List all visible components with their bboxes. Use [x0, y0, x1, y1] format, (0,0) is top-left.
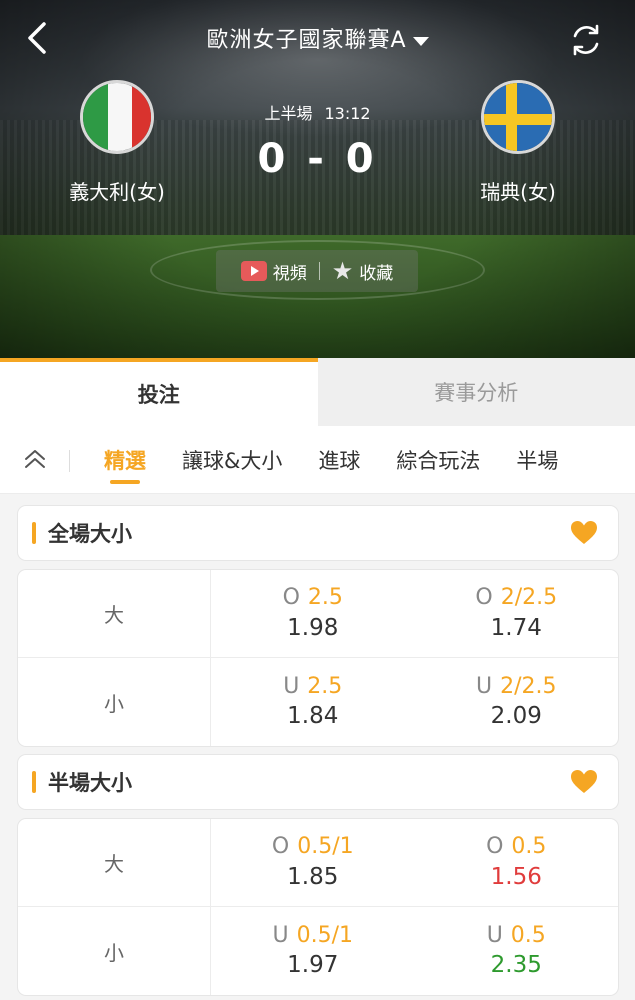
market-header[interactable]: 半場大小 — [18, 755, 618, 809]
odds-row: 大 O 0.5/1 1.85 O 0.5 1.56 — [18, 819, 618, 907]
odds-row: 小 U 0.5/1 1.97 U 0.5 2.35 — [18, 907, 618, 995]
period-label: 上半場 — [264, 104, 313, 123]
star-icon: ★ — [331, 257, 354, 285]
odds-price: 1.85 — [287, 863, 339, 890]
odds-button[interactable]: U 0.5/1 1.97 — [211, 907, 415, 995]
odds-handicap: 2/2.5 — [500, 673, 557, 699]
odds-button[interactable]: O 0.5/1 1.85 — [211, 819, 415, 906]
tab-half-time[interactable]: 半場 — [498, 426, 576, 494]
odds-side: U — [486, 922, 503, 948]
odds-button[interactable]: O 2/2.5 1.74 — [415, 570, 619, 657]
league-selector[interactable]: 歐洲女子國家聯賽A — [0, 22, 635, 54]
video-label: 視頻 — [272, 263, 307, 284]
tab-match-analysis[interactable]: 賽事分析 — [317, 358, 635, 426]
video-button[interactable]: 視頻 — [240, 259, 307, 284]
match-actions: 視頻 ★ 收藏 — [216, 250, 418, 292]
divider — [69, 449, 70, 472]
collapse-button[interactable] — [0, 426, 70, 494]
odds-table: 大 O 0.5/1 1.85 O 0.5 1.56 小 U 0.5/1 1.97 U0… — [18, 819, 618, 995]
odds-button[interactable]: U 2.5 1.84 — [211, 658, 415, 746]
market-title: 全場大小 — [48, 522, 132, 546]
tab-featured[interactable]: 精選 — [86, 426, 164, 494]
market-title: 半場大小 — [48, 771, 132, 795]
odds-side: O — [486, 834, 504, 860]
odds-handicap: 2/2.5 — [500, 585, 558, 611]
odds-handicap: 0.5 — [511, 834, 547, 860]
odds-button[interactable]: U 2/2.5 2.09 — [415, 658, 619, 746]
row-label: 大 — [18, 570, 211, 657]
accent-bar — [32, 771, 36, 793]
odds-price: 1.97 — [287, 952, 339, 979]
odds-side: O — [282, 585, 300, 611]
odds-side: U — [475, 673, 493, 699]
odds-side: O — [271, 834, 290, 860]
heart-icon[interactable] — [570, 520, 598, 546]
row-label: 大 — [18, 819, 211, 906]
heart-icon[interactable] — [570, 769, 598, 795]
odds-price-rising: 2.35 — [490, 952, 542, 979]
tab-handicap-over-under[interactable]: 讓球&大小 — [164, 426, 300, 494]
odds-button[interactable]: O 2.5 1.98 — [211, 570, 415, 657]
market-header[interactable]: 全場大小 — [18, 506, 618, 560]
odds-price-dropping: 1.56 — [490, 863, 542, 890]
away-team-name: 瑞典(女) — [480, 180, 556, 204]
caret-down-icon — [412, 36, 429, 46]
tab-combo-bets[interactable]: 綜合玩法 — [378, 426, 498, 494]
favorite-label: 收藏 — [359, 263, 394, 284]
accent-bar — [32, 522, 36, 544]
odds-price: 2.09 — [490, 703, 542, 730]
video-play-icon — [240, 261, 267, 281]
tab-goals[interactable]: 進球 — [300, 426, 378, 494]
double-chevron-up-icon — [25, 449, 45, 468]
odds-price: 1.74 — [490, 614, 542, 641]
odds-price: 1.84 — [287, 703, 339, 730]
odds-handicap: 2.5 — [307, 585, 343, 611]
odds-table: 大 O 2.5 1.98 O 2/2.5 1.74 小 U 2.5 1.84 U 2/2… — [18, 570, 618, 746]
refresh-icon — [573, 24, 599, 56]
odds-price: 1.98 — [287, 614, 339, 641]
main-tabs: 投注 賽事分析 — [0, 358, 635, 426]
divider — [318, 262, 320, 280]
odds-handicap: 2.5 — [307, 673, 343, 699]
sweden-flag-icon — [481, 80, 555, 154]
row-label: 小 — [18, 658, 211, 746]
tab-betting[interactable]: 投注 — [0, 358, 318, 426]
row-label: 小 — [18, 907, 211, 995]
odds-handicap: 0.5/1 — [296, 922, 353, 948]
odds-button[interactable]: U 0.5 2.35 — [415, 907, 619, 995]
match-header: 歐洲女子國家聯賽A 義大利(女) 上半場 13:12 0 - 0 瑞典(女) 視… — [0, 0, 635, 360]
odds-row: 大 O 2.5 1.98 O 2/2.5 1.74 — [18, 570, 618, 658]
league-title: 歐洲女子國家聯賽A — [206, 28, 407, 53]
odds-side: U — [272, 922, 289, 948]
refresh-button[interactable] — [566, 20, 606, 60]
odds-handicap: 0.5/1 — [297, 834, 354, 860]
match-clock: 13:12 — [324, 104, 371, 123]
odds-button[interactable]: O 0.5 1.56 — [415, 819, 619, 906]
market-category-tabs: 精選 讓球&大小 進球 綜合玩法 半場 — [0, 426, 635, 494]
odds-row: 小 U 2.5 1.84 U 2/2.5 2.09 — [18, 658, 618, 746]
odds-side: U — [283, 673, 300, 699]
odds-handicap: 0.5 — [510, 922, 546, 948]
favorite-button[interactable]: ★ 收藏 — [332, 259, 394, 284]
odds-side: O — [475, 585, 493, 611]
